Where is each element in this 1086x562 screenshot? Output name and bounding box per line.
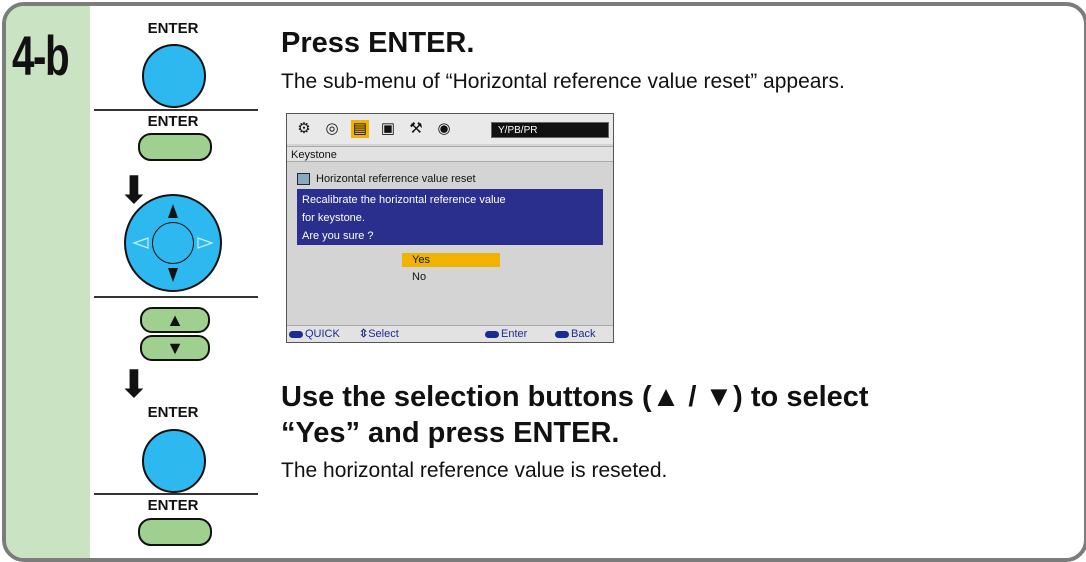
source-display: Y/PB/PR — [491, 122, 609, 138]
button-column: ENTER ENTER ⬇ ▲ ▼ ⬇ ENTER ENTER — [90, 6, 258, 558]
osd-option-yes: Yes — [402, 253, 500, 267]
menu-key-icon — [289, 330, 303, 338]
osd-footer: QUICK ⇳Select Enter Back — [287, 325, 613, 342]
section2-body: The horizontal reference value is resete… — [281, 459, 668, 482]
separator — [94, 493, 258, 495]
select-key-icon: ⇳ — [359, 328, 369, 340]
footer-select: ⇳Select — [359, 328, 399, 340]
step-label: 4-b — [12, 24, 70, 87]
enter-button-projector — [138, 518, 212, 546]
enter-button-remote — [142, 429, 206, 493]
enter-label: ENTER — [147, 404, 199, 421]
signal-icon: ◉ — [437, 120, 451, 137]
osd-message-line: for keystone. — [302, 212, 365, 224]
osd-message-line: Are you sure ? — [302, 230, 374, 242]
footer-back: Back — [555, 326, 595, 342]
footer-enter: Enter — [485, 326, 527, 342]
dpad-arrows-icon — [132, 204, 214, 282]
separator — [94, 296, 258, 298]
down-arrow-icon: ⬇ — [118, 364, 150, 406]
picture-icon: ◎ — [325, 120, 339, 137]
enter-button-remote — [142, 44, 206, 108]
setup-icon: ▤ — [351, 120, 369, 138]
down-button-icon: ▼ — [140, 335, 210, 361]
tools-icon: ⚒ — [409, 120, 423, 137]
submenu-icon — [297, 173, 310, 186]
footer-quick: QUICK — [289, 326, 340, 342]
osd-submenu-title: Horizontal referrence value reset — [297, 172, 476, 186]
osd-message: Recalibrate the horizontal reference val… — [297, 189, 603, 245]
osd-submenu-title-text: Horizontal referrence value reset — [316, 173, 476, 185]
section2-heading-line2: “Yes” and press ENTER. — [281, 417, 620, 449]
enter-label: ENTER — [147, 113, 199, 130]
section2-heading-line1: Use the selection buttons (▲ / ▼) to sel… — [281, 381, 869, 413]
display-icon: ▣ — [380, 120, 396, 137]
enter-button-projector — [138, 133, 212, 161]
projector-icon: ⚙ — [297, 120, 311, 137]
separator — [94, 109, 258, 111]
osd-menu: ⚙ ◎ ▤ ▣ ⚒ ◉ Y/PB/PR Keystone Horizontal … — [286, 113, 614, 343]
osd-message-line: Recalibrate the horizontal reference val… — [302, 194, 506, 206]
enter-key-icon — [485, 330, 499, 338]
exit-key-icon — [555, 330, 569, 338]
enter-label: ENTER — [147, 497, 199, 514]
up-button-icon: ▲ — [140, 307, 210, 333]
dpad-icon — [124, 194, 222, 292]
osd-menu-title: Keystone — [287, 146, 613, 162]
step-column: 4-b — [6, 6, 90, 558]
section1-body: The sub-menu of “Horizontal reference va… — [281, 70, 845, 93]
instruction-panel: 4-b ENTER ENTER ⬇ ▲ ▼ ⬇ ENTER ENTER Pres… — [2, 2, 1086, 562]
osd-option-no: No — [412, 271, 427, 283]
osd-icon-bar: ⚙ ◎ ▤ ▣ ⚒ ◉ Y/PB/PR — [287, 114, 613, 144]
enter-label: ENTER — [147, 20, 199, 37]
section1-heading: Press ENTER. — [281, 27, 475, 59]
